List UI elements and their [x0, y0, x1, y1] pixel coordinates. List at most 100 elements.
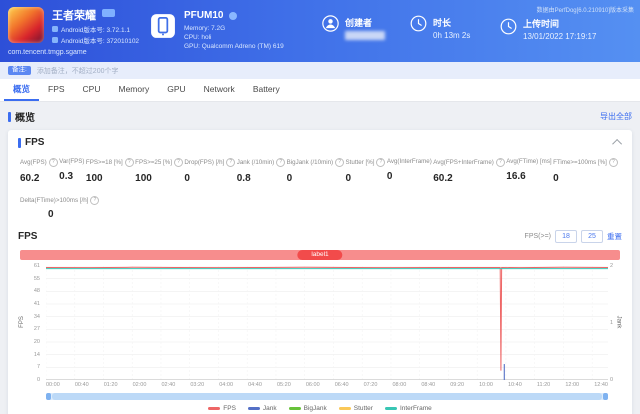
- x-tick-label: 09:20: [450, 382, 465, 388]
- stat-name: FPS>=25 [%]: [135, 159, 172, 166]
- scrollbar-handle-left[interactable]: [46, 393, 51, 400]
- stat-col-9: Avg(FPS+InterFrame)? 60.2: [433, 158, 505, 184]
- stat-col-10: Avg(FTime) [ms] 16.6: [506, 158, 551, 184]
- delta-stat: Delta(FTime)>100ms [/h] ? 0: [18, 196, 622, 220]
- stat-col-11: FTime>=100ms [%]? 0: [553, 158, 618, 184]
- x-tick-label: 08:40: [421, 382, 436, 388]
- stat-label: Drop(FPS) [/h]?: [184, 158, 236, 167]
- stat-col-6: BigJank (/10min)? 0: [286, 158, 345, 184]
- app-version-lines: Android版本号: 3.72.1.1 Android版本号: 37201010…: [52, 23, 139, 45]
- help-icon[interactable]: ?: [173, 158, 183, 167]
- creator-name-redacted: [345, 31, 385, 40]
- y-left-tick: 34: [33, 313, 40, 320]
- upload-time-clock-icon: [500, 18, 517, 35]
- tab-概览[interactable]: 概览: [4, 79, 40, 101]
- stat-label: FPS>=18 [%]?: [86, 158, 134, 167]
- fps-card-header: FPS: [18, 137, 623, 149]
- stat-label: Stutter [%]?: [346, 158, 386, 167]
- fps-card: FPS Avg(FPS)? 60.2 Var(FPS) 0.3 FPS>=18 [%]?…: [8, 130, 632, 414]
- stat-col-4: Drop(FPS) [/h]? 0: [184, 158, 236, 184]
- x-tick-label: 02:00: [132, 382, 147, 388]
- creator-avatar-icon: [322, 15, 339, 32]
- y-axis-title-right: Jank: [615, 315, 622, 329]
- help-icon[interactable]: ?: [376, 158, 386, 167]
- stat-label: FTime>=100ms [%]?: [553, 158, 618, 167]
- tab-bar: 概览 FPS CPU Memory GPU Network Battery: [0, 79, 640, 102]
- tab-Memory[interactable]: Memory: [110, 79, 159, 101]
- note-input[interactable]: 添加备注，不超过200个字: [37, 66, 119, 76]
- fps-threshold-high-input[interactable]: [581, 230, 603, 243]
- y-left-tick: 48: [33, 288, 40, 295]
- help-icon[interactable]: ?: [495, 158, 505, 167]
- tab-GPU[interactable]: GPU: [158, 79, 194, 101]
- stat-label: FPS>=25 [%]?: [135, 158, 183, 167]
- stat-label: Jank (/10min)?: [237, 158, 286, 167]
- fps-chart: FPS 61 55 48 41 34 27 20 14 7 0 210 Jank: [18, 263, 622, 383]
- stat-name: FTime>=100ms [%]: [553, 159, 607, 166]
- tab-Battery[interactable]: Battery: [244, 79, 289, 101]
- note-label: 备注:: [8, 65, 31, 76]
- help-icon[interactable]: ?: [608, 158, 618, 167]
- legend-item-BigJank[interactable]: BigJank: [288, 405, 327, 412]
- legend-swatch: [208, 407, 221, 410]
- version-tag-icon: [52, 36, 58, 43]
- device-icon: [151, 14, 175, 38]
- stat-value: 0: [553, 173, 559, 184]
- chart-scrollbar[interactable]: [46, 393, 608, 400]
- tab-Network[interactable]: Network: [195, 79, 244, 101]
- upload-time-value: 13/01/2022 17:19:17: [523, 32, 597, 41]
- legend-item-Stutter[interactable]: Stutter: [338, 405, 373, 412]
- app-version-text: Android版本号: 3.72.1.1: [61, 26, 131, 34]
- legend-swatch: [247, 407, 260, 410]
- x-tick-label: 08:00: [392, 382, 407, 388]
- scene-label[interactable]: label1: [297, 250, 343, 260]
- fps-threshold-label: FPS(>=): [524, 233, 551, 240]
- collapse-chevron-icon[interactable]: [612, 138, 623, 149]
- legend-swatch: [384, 407, 397, 410]
- tab-FPS[interactable]: FPS: [39, 79, 74, 101]
- help-icon[interactable]: ?: [335, 158, 345, 167]
- fps-threshold-low-input[interactable]: [555, 230, 577, 243]
- tab-CPU[interactable]: CPU: [74, 79, 110, 101]
- game-app-icon: [8, 7, 44, 43]
- overview-section-header: 概览 导出全部: [8, 109, 632, 124]
- scrollbar-handle-right[interactable]: [603, 393, 608, 400]
- y-right-tick: 0: [610, 377, 614, 383]
- stat-name: BigJank (/10min): [286, 159, 334, 166]
- app-version-line: Android版本号: 372010102: [52, 34, 139, 45]
- legend-label: InterFrame: [399, 405, 432, 412]
- creator-label: 创建者: [345, 18, 373, 28]
- help-icon[interactable]: ?: [276, 158, 286, 167]
- x-tick-label: 12:40: [594, 382, 608, 388]
- stat-label: BigJank (/10min)?: [286, 158, 345, 167]
- scene-label-bar: label1: [20, 250, 620, 260]
- legend-item-FPS[interactable]: FPS: [208, 405, 236, 412]
- help-icon[interactable]: ?: [124, 158, 134, 167]
- help-icon[interactable]: ?: [226, 158, 236, 167]
- legend-item-Jank[interactable]: Jank: [247, 405, 277, 412]
- help-icon[interactable]: ?: [48, 158, 58, 167]
- help-icon[interactable]: ?: [90, 196, 100, 205]
- legend-label: Jank: [262, 405, 277, 412]
- y-left-tick: 41: [33, 300, 40, 307]
- device-memory: Memory: 7.2G: [184, 25, 226, 32]
- x-tick-label: 06:40: [334, 382, 349, 388]
- export-all-link[interactable]: 导出全部: [600, 111, 632, 122]
- chart-plot[interactable]: [46, 266, 608, 380]
- device-gpu: GPU: Qualcomm Adreno (TM) 619: [184, 43, 284, 50]
- collector-version-note: 数据由PerfDog[6.0.210910]版本采集: [536, 8, 634, 14]
- fps-card-title: FPS: [25, 137, 45, 148]
- device-cpu: CPU: holi: [184, 34, 212, 41]
- y-left-tick: 27: [33, 326, 40, 333]
- reset-link[interactable]: 重置: [607, 231, 622, 242]
- duration-label: 时长: [433, 18, 452, 28]
- duration-clock-icon: [410, 15, 427, 32]
- stat-label: Var(FPS): [59, 158, 84, 165]
- stat-value: 0: [386, 171, 393, 182]
- stat-name: Avg(FPS): [20, 159, 47, 166]
- x-tick-label: 04:00: [219, 382, 234, 388]
- stat-name: Stutter [%]: [345, 159, 375, 166]
- x-tick-label: 12:00: [565, 382, 580, 388]
- stat-name: Var(FPS): [59, 158, 85, 165]
- legend-item-InterFrame[interactable]: InterFrame: [384, 405, 432, 412]
